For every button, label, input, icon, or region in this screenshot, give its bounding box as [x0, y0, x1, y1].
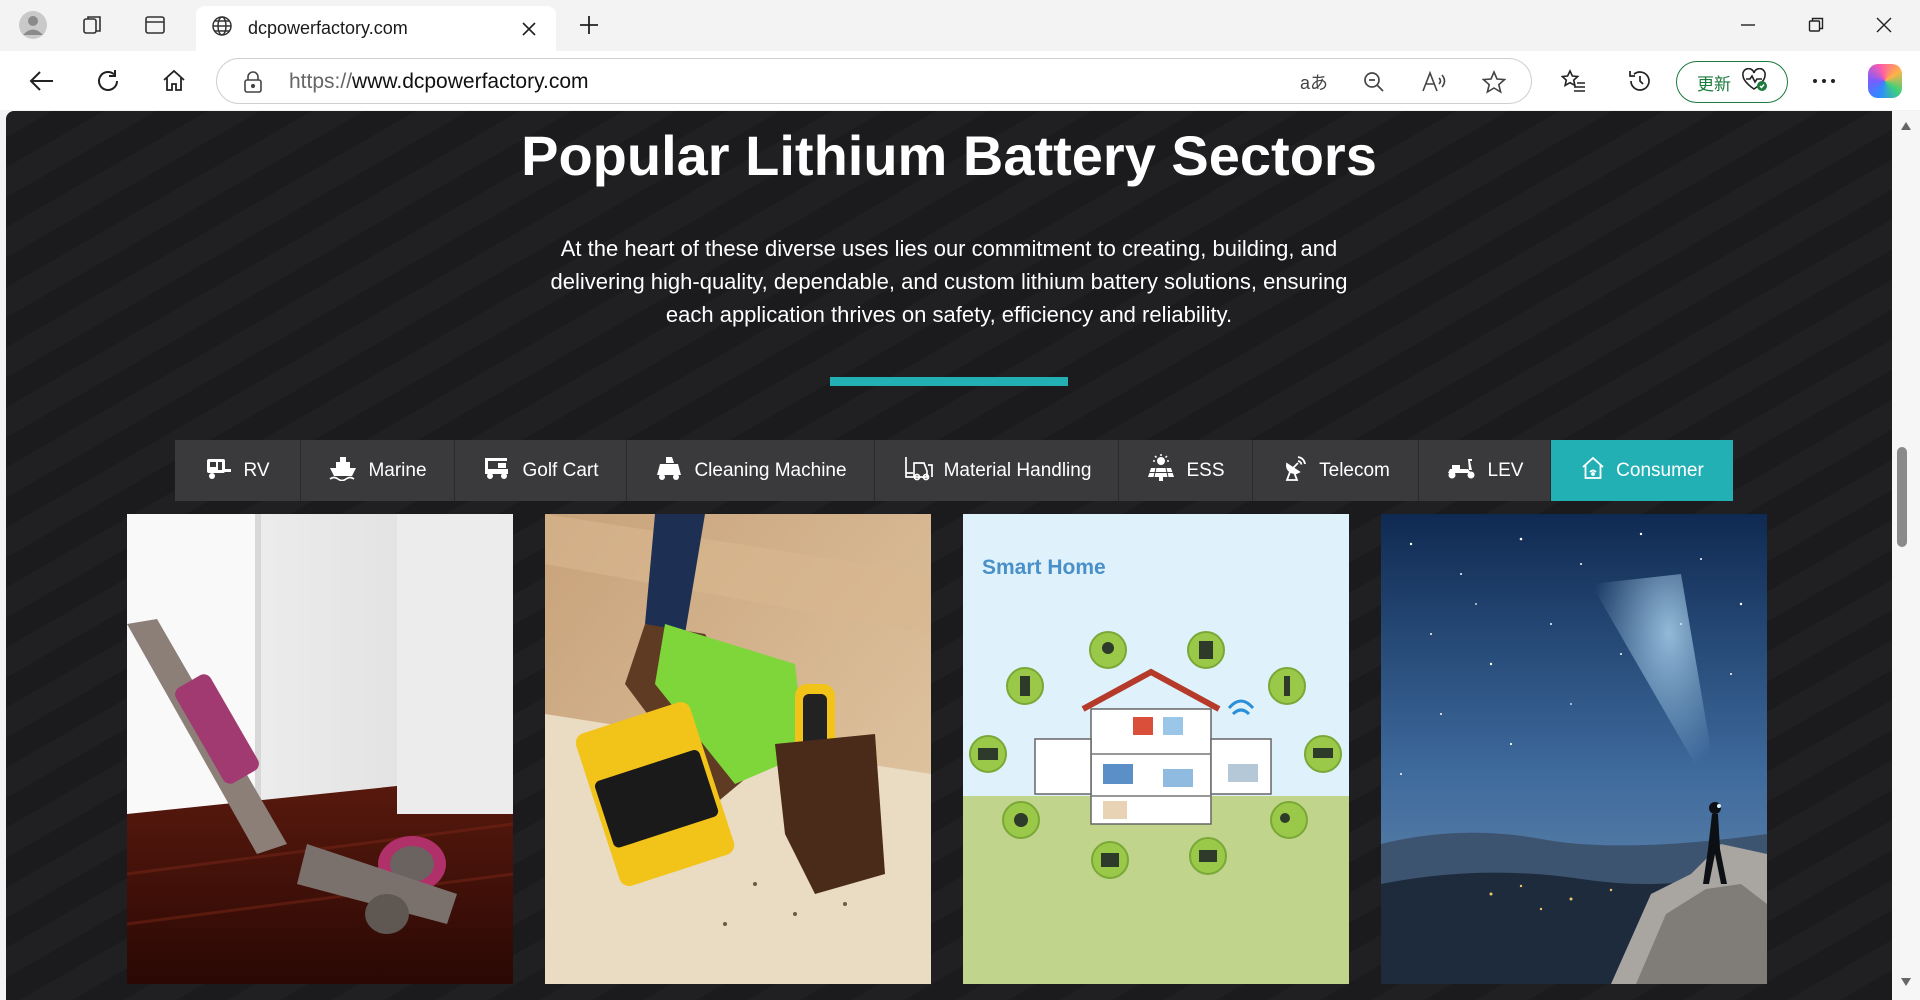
scrollbar-thumb[interactable]	[1897, 447, 1907, 547]
profile-avatar-icon[interactable]	[14, 8, 52, 42]
favorite-star-icon[interactable]	[1479, 68, 1509, 96]
address-bar[interactable]: https://www.dcpowerfactory.com aあ	[216, 58, 1532, 104]
minimize-icon[interactable]	[1716, 4, 1780, 46]
smart-home-image[interactable]: Smart Home	[963, 514, 1349, 984]
close-window-icon[interactable]	[1852, 4, 1916, 46]
section-lead-text: At the heart of these diverse uses lies …	[550, 236, 1348, 327]
more-menu-icon[interactable]	[1804, 61, 1844, 101]
page-scrollbar[interactable]	[1892, 111, 1920, 1000]
solar-icon	[1146, 453, 1176, 488]
url-text[interactable]: https://www.dcpowerfactory.com	[289, 70, 589, 94]
ship-icon	[328, 455, 358, 487]
new-tab-icon[interactable]	[570, 8, 608, 42]
copilot-icon[interactable]	[1868, 64, 1902, 98]
smart-home-caption: Smart Home	[982, 556, 1106, 579]
favorites-list-icon[interactable]	[1554, 61, 1594, 101]
antenna-icon	[1281, 454, 1309, 488]
tab-marine[interactable]: Marine	[301, 440, 455, 501]
scooter-icon	[1446, 455, 1478, 487]
tab-consumer[interactable]: Consumer	[1551, 440, 1733, 501]
rv-icon	[205, 455, 233, 487]
tab-golf-cart[interactable]: Golf Cart	[455, 440, 627, 501]
tab-lev[interactable]: LEV	[1419, 440, 1551, 501]
scroll-up-icon[interactable]	[1900, 121, 1912, 131]
vacuum-cleaner-image[interactable]	[127, 514, 513, 984]
cleaning-machine-icon	[654, 455, 684, 487]
heart-pulse-icon	[1741, 67, 1767, 97]
tab-cleaning-machine[interactable]: Cleaning Machine	[627, 440, 875, 501]
tab-telecom[interactable]: Telecom	[1253, 440, 1419, 501]
sector-tabs: RV Marine Golf Cart Cleaning Machine Mat…	[175, 440, 1733, 501]
section-heading: Popular Lithium Battery Sectors	[521, 124, 1377, 187]
power-drill-image[interactable]	[545, 514, 931, 984]
translate-icon[interactable]: aあ	[1299, 68, 1329, 96]
tab-title: dcpowerfactory.com	[248, 18, 408, 38]
accent-divider	[830, 377, 1068, 386]
vertical-tabs-icon[interactable]	[136, 8, 174, 42]
tab-ess[interactable]: ESS	[1119, 440, 1253, 501]
scroll-down-icon[interactable]	[1900, 977, 1912, 987]
home-icon	[1580, 455, 1606, 487]
zoom-out-icon[interactable]	[1359, 68, 1389, 96]
globe-icon	[210, 14, 234, 43]
browser-tab-bar: dcpowerfactory.com	[0, 0, 1920, 51]
close-tab-icon[interactable]	[516, 16, 542, 42]
history-icon[interactable]	[1620, 61, 1660, 101]
night-sky-headlamp-image[interactable]	[1381, 514, 1767, 984]
refresh-icon[interactable]	[88, 61, 128, 101]
home-icon[interactable]	[154, 61, 194, 101]
restore-icon[interactable]	[1784, 4, 1848, 46]
active-browser-tab[interactable]: dcpowerfactory.com	[196, 6, 556, 51]
lock-icon[interactable]	[243, 70, 263, 99]
golf-cart-icon	[482, 455, 512, 487]
workspaces-icon[interactable]	[74, 8, 112, 42]
browser-toolbar: https://www.dcpowerfactory.com aあ 更新	[0, 51, 1920, 110]
tab-rv[interactable]: RV	[175, 440, 301, 501]
tab-material-handling[interactable]: Material Handling	[875, 440, 1119, 501]
page-content: Popular Lithium Battery Sectors At the h…	[6, 111, 1892, 1000]
back-arrow-icon[interactable]	[22, 61, 62, 101]
forklift-icon	[902, 455, 934, 487]
update-label: 更新	[1697, 74, 1731, 94]
update-button[interactable]: 更新	[1676, 61, 1788, 103]
sector-gallery: Smart Home	[6, 514, 1892, 1000]
read-aloud-icon[interactable]	[1419, 68, 1449, 96]
